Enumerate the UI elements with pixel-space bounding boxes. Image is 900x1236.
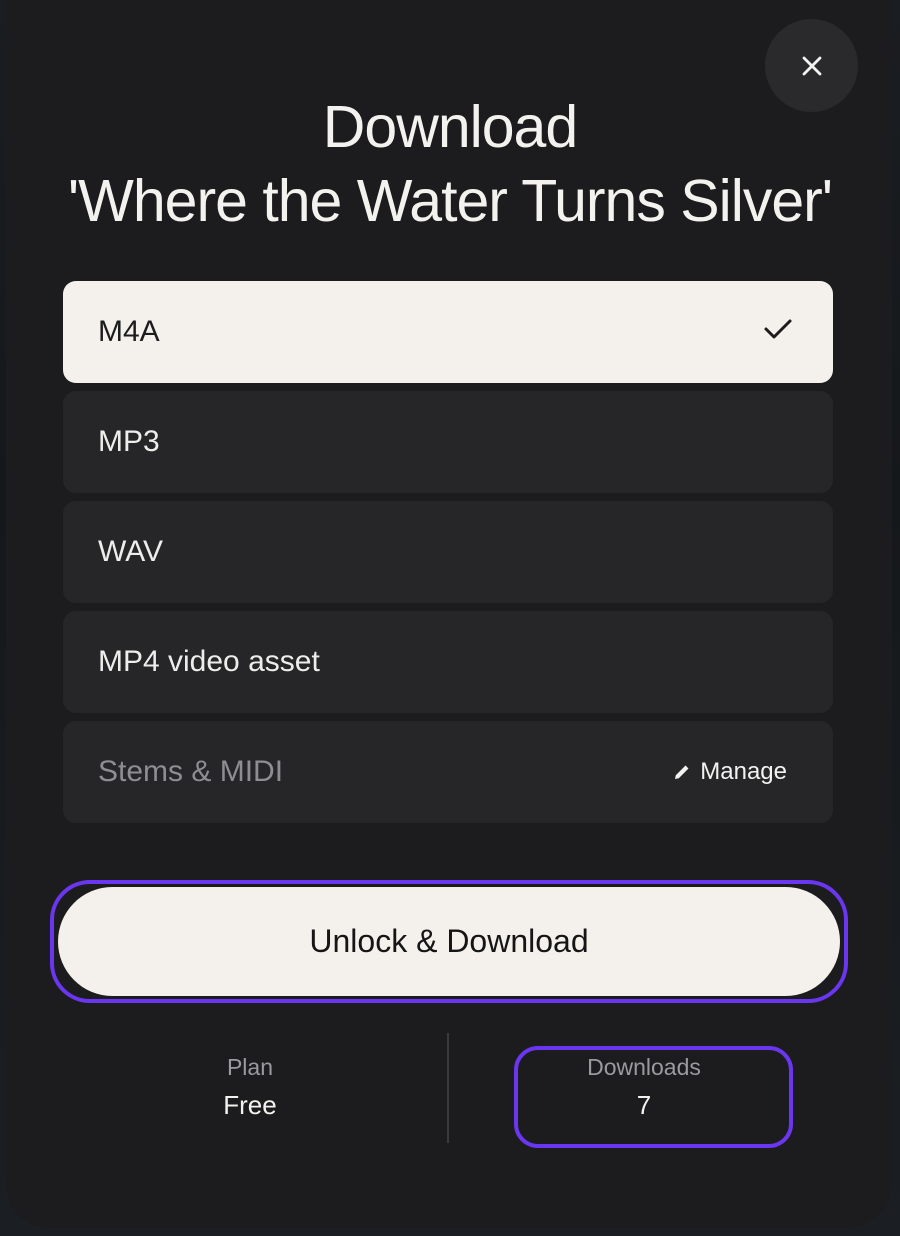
format-option-label: MP4 video asset [98, 645, 320, 678]
format-option-label: M4A [98, 315, 160, 348]
format-option-stems-midi[interactable]: Stems & MIDI Manage [63, 721, 833, 823]
dialog-title-line1: Download [322, 94, 578, 160]
plan-value: Free [223, 1090, 277, 1120]
dialog-title-line2: 'Where the Water Turns Silver' [67, 168, 833, 234]
downloads-highlight-outline [514, 1046, 793, 1148]
plan-stat: Plan Free [150, 1053, 350, 1123]
close-icon [802, 56, 821, 75]
format-option-label: WAV [98, 535, 163, 568]
plan-label: Plan [226, 1054, 274, 1080]
format-option-label: Stems & MIDI [98, 755, 284, 788]
pencil-icon [675, 765, 689, 779]
format-option-mp3[interactable]: MP3 [63, 391, 833, 493]
manage-button[interactable]: Manage [672, 721, 787, 823]
format-option-mp4-video-asset[interactable]: MP4 video asset [63, 611, 833, 713]
unlock-download-label: Unlock & Download [309, 923, 589, 959]
checkmark-icon [764, 319, 792, 339]
dialog-title: Download 'Where the Water Turns Silver' [0, 90, 900, 238]
manage-label: Manage [700, 758, 787, 785]
format-option-wav[interactable]: WAV [63, 501, 833, 603]
format-option-m4a[interactable]: M4A [63, 281, 833, 383]
format-option-label: MP3 [98, 425, 160, 458]
unlock-download-button[interactable]: Unlock & Download [58, 887, 840, 996]
stats-divider [447, 1033, 449, 1143]
